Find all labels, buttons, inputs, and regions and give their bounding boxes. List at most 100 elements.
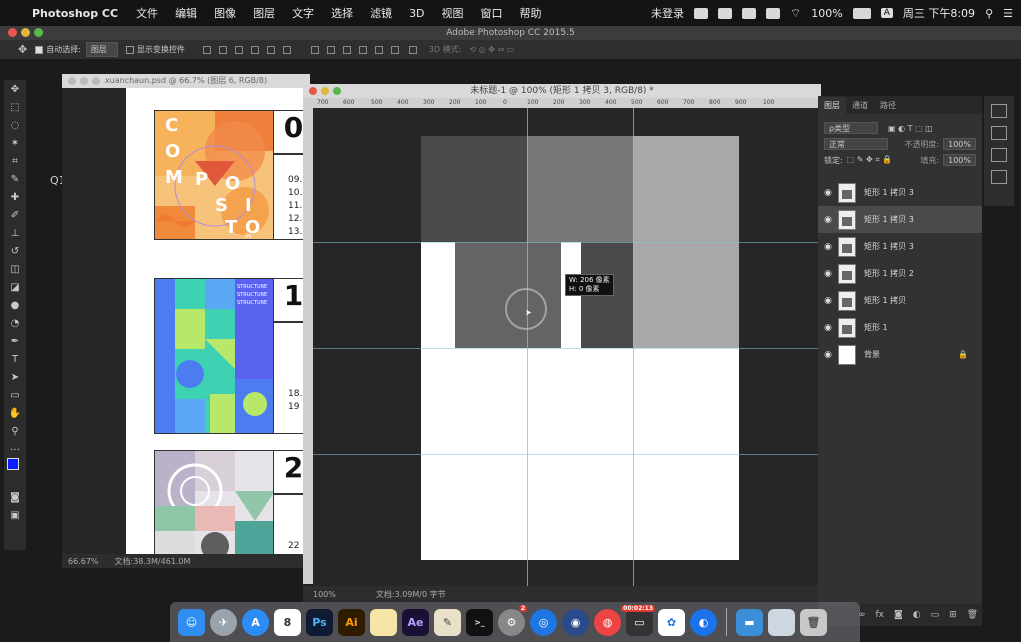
fx-button[interactable]: fx [876,610,885,620]
screen-mode-icon[interactable]: ▣ [4,506,26,524]
minimize-button[interactable] [21,28,30,37]
rect-layer-2[interactable] [527,136,633,242]
layer-row-selected[interactable]: ◉ 矩形 1 拷贝 3 [818,206,982,233]
distribute-bottom-icon[interactable] [342,45,351,54]
new-layer-icon[interactable]: ⊞ [949,610,957,620]
menu-view[interactable]: 视图 [442,5,464,21]
auto-select-dropdown[interactable]: 图层 [85,42,118,57]
doc1-doc-size[interactable]: 文档:38.3M/461.0M [115,556,191,567]
vertical-ruler[interactable] [303,108,313,584]
doc2-title-bar[interactable]: 未标题-1 @ 100% (矩形 1 拷贝 3, RGB/8) * [303,84,821,98]
trash-icon[interactable]: 🗑 [967,610,978,620]
input-method[interactable]: A [880,8,893,18]
notification-icon[interactable]: ☰ [1003,7,1013,20]
shape-tool[interactable]: ▭ [4,386,26,404]
layer-filter-dropdown[interactable]: ρ类型 [824,122,878,134]
layer-row[interactable]: ◉ 矩形 1 [818,314,982,341]
layer-name[interactable]: 矩形 1 拷贝 [864,295,906,306]
adjustment-icon[interactable]: ◐ [913,610,921,620]
visibility-eye-icon[interactable]: ◉ [818,242,838,252]
distribute-hcenter-icon[interactable] [374,45,383,54]
menu-image[interactable]: 图像 [214,5,236,21]
finder-icon[interactable]: ☺ [178,608,205,636]
doc1-zoom[interactable]: 66.67% [68,557,99,566]
menu-edit[interactable]: 编辑 [175,5,197,21]
doc1-close-button[interactable] [68,77,76,85]
status-icon[interactable] [693,7,708,19]
magic-wand-tool[interactable]: ✶ [4,134,26,152]
opacity-input[interactable]: 100% [943,138,976,150]
clock[interactable]: 周三 下午8:09 [903,5,975,21]
doc2-doc-size[interactable]: 文档:3.09M/0 字节 [376,589,446,600]
spot-heal-tool[interactable]: ✚ [4,188,26,206]
distribute-top-icon[interactable] [310,45,319,54]
menu-file[interactable]: 文件 [136,5,158,21]
visibility-eye-icon[interactable]: ◉ [818,296,838,306]
properties-icon[interactable] [991,104,1007,118]
adjustments-icon[interactable] [991,126,1007,140]
more-tools[interactable]: … [4,440,26,454]
layer-name[interactable]: 矩形 1 拷贝 3 [864,214,914,225]
libraries-icon[interactable] [991,148,1007,162]
guide-horizontal-3[interactable] [313,454,821,455]
menu-help[interactable]: 帮助 [520,5,542,21]
history-brush-tool[interactable]: ↺ [4,242,26,260]
rect-layer-4[interactable] [455,242,561,348]
distribute-left-icon[interactable] [358,45,367,54]
layer-row[interactable]: ◉ 矩形 1 拷贝 2 [818,260,982,287]
doc1-zoom-button[interactable] [92,77,100,85]
layer-name[interactable]: 矩形 1 [864,322,888,333]
wifi-icon[interactable]: ⌔ [790,6,801,21]
group-icon[interactable]: ▭ [931,610,940,620]
document-window-untitled[interactable]: 未标题-1 @ 100% (矩形 1 拷贝 3, RGB/8) * 700 60… [303,84,821,602]
eraser-tool[interactable]: ◫ [4,260,26,278]
hand-tool[interactable]: ✋ [4,404,26,422]
layer-name[interactable]: 矩形 1 拷贝 2 [864,268,914,279]
history-icon[interactable] [991,170,1007,184]
creative-cloud-icon[interactable] [741,7,756,19]
stamp-tool[interactable]: ⊥ [4,224,26,242]
bluetooth-icon[interactable] [765,7,780,19]
menu-select[interactable]: 选择 [331,5,353,21]
zoom-tool[interactable]: ⚲ [4,422,26,440]
zoom-button[interactable] [34,28,43,37]
doc2-close-button[interactable] [309,87,317,95]
align-bottom-icon[interactable] [234,45,243,54]
tab-paths[interactable]: 路径 [874,97,902,114]
rect-layer-1[interactable] [421,136,527,242]
align-top-icon[interactable] [202,45,211,54]
edge-icon[interactable]: ◐ [690,608,717,636]
align-hcenter-icon[interactable] [266,45,275,54]
lock-icons[interactable]: ⬚ ✎ ✥ ⌗ 🔒 [847,155,893,165]
horizontal-ruler[interactable]: 700 600 500 400 300 200 100 0 100 200 30… [303,98,821,108]
align-vcenter-icon[interactable] [218,45,227,54]
spotlight-icon[interactable]: ⚲ [985,7,993,20]
pencil-icon[interactable]: ✎ [434,608,461,636]
doc1-title-bar[interactable]: xuanchaun.psd @ 66.7% (图层 6, RGB/8) [62,74,310,88]
fill-input[interactable]: 100% [943,154,976,166]
system-preferences-icon[interactable]: ⚙ 2 [498,604,527,636]
menu-window[interactable]: 窗口 [481,5,503,21]
blur-tool[interactable]: ● [4,296,26,314]
filter-icons[interactable]: ▣ ◐ T ⬚ ◫ [888,124,933,133]
show-transform-checkbox[interactable] [125,45,134,54]
document-window-xuanchaun[interactable]: xuanchaun.psd @ 66.7% (图层 6, RGB/8) C O … [62,74,310,568]
eyedropper-tool[interactable]: ✎ [4,170,26,188]
align-right-icon[interactable] [282,45,291,54]
paint-bucket-tool[interactable]: ◪ [4,278,26,296]
visibility-eye-icon[interactable]: ◉ [818,188,838,198]
launchpad-icon[interactable]: ✈ [210,608,237,636]
doc2-zoom[interactable]: 100% [313,590,336,599]
doc2-canvas-area[interactable]: ➤ W: 206 像素 H: 0 像素 [313,108,821,586]
layer-row[interactable]: ◉ 矩形 1 拷贝 3 [818,233,982,260]
camera-icon[interactable] [717,7,732,19]
after-effects-icon[interactable]: Ae [402,608,429,636]
terminal-icon[interactable]: >_ [466,608,493,636]
mask-icon[interactable]: ◙ [894,610,903,620]
visibility-eye-icon[interactable]: ◉ [818,323,838,333]
battery-icon[interactable] [852,7,871,19]
doc1-canvas[interactable]: C O M P O S I T O IN 0 09. 10. 11. 12. 1… [62,88,310,554]
qq-icon[interactable]: ◎ [530,608,557,636]
guide-horizontal-2[interactable] [313,348,821,349]
distribute-right-icon[interactable] [390,45,399,54]
